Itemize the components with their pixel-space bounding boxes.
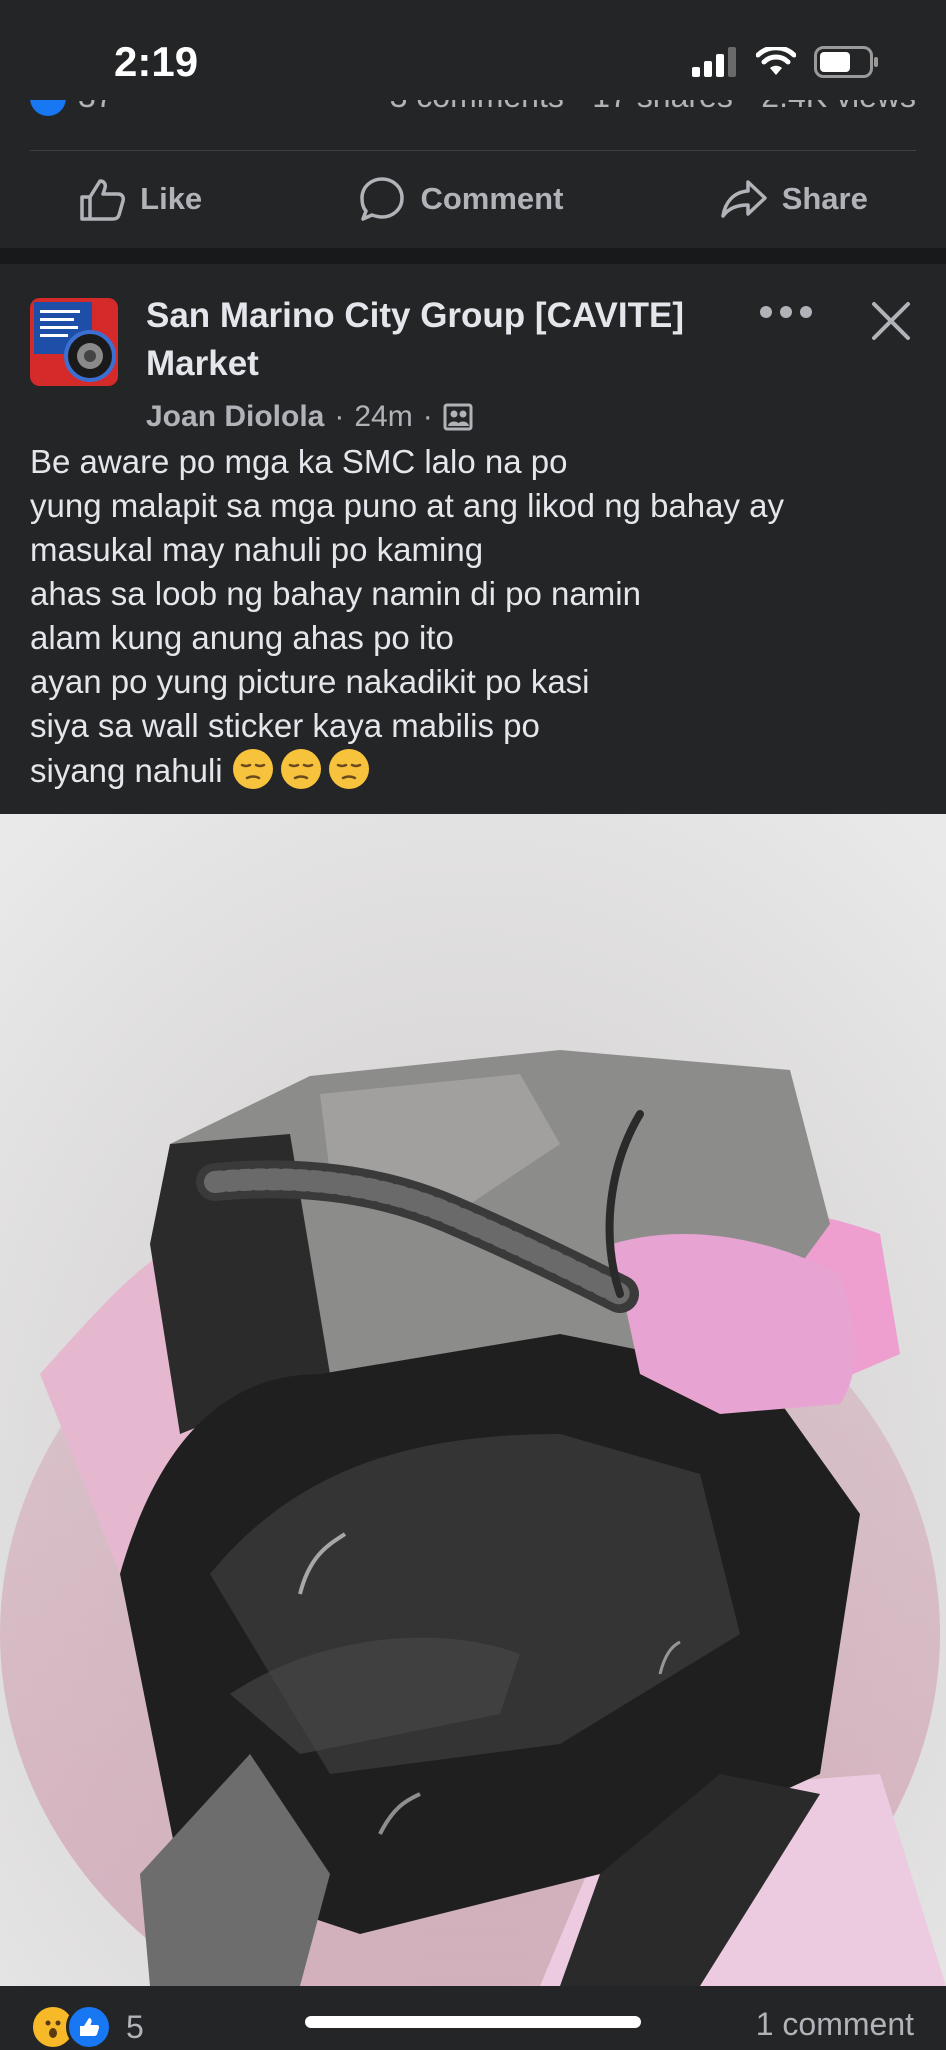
group-avatar[interactable] bbox=[30, 298, 118, 386]
post-time[interactable]: 24m bbox=[354, 400, 412, 434]
post-body-line: ayan po yung picture nakadikit po kasi bbox=[30, 663, 590, 700]
comment-count[interactable]: 1 comment bbox=[756, 2006, 914, 2043]
post-action-bar: Like Comment Share bbox=[0, 160, 946, 238]
wifi-icon bbox=[756, 47, 796, 75]
home-indicator[interactable] bbox=[305, 2016, 641, 2028]
share-arrow-icon bbox=[720, 180, 767, 218]
reaction-count: 5 bbox=[126, 2008, 144, 2045]
share-label: Share bbox=[781, 181, 868, 216]
meta-separator: · bbox=[334, 400, 345, 433]
post-body-line: yung malapit sa mga puno at ang likod ng… bbox=[30, 487, 785, 524]
group-avatar-image bbox=[30, 298, 118, 386]
group-members-icon bbox=[443, 403, 473, 431]
signal-icon bbox=[692, 47, 736, 77]
post-body: Be aware po mga ka SMC lalo na po yung m… bbox=[30, 440, 920, 793]
post-photo[interactable] bbox=[0, 814, 946, 1986]
author-name[interactable]: Joan Diolola bbox=[146, 400, 324, 434]
post-body-line: Be aware po mga ka SMC lalo na po bbox=[30, 443, 568, 480]
comment-button[interactable]: Comment bbox=[358, 175, 563, 223]
close-icon[interactable] bbox=[870, 300, 912, 342]
divider bbox=[30, 150, 916, 151]
like-button[interactable]: Like bbox=[78, 177, 202, 221]
like-label: Like bbox=[140, 181, 203, 216]
post-body-line: ahas sa loob ng bahay namin di po namin bbox=[30, 575, 641, 612]
post-body-last-line: siyang nahuli bbox=[30, 748, 920, 793]
pensive-face-emoji-icon bbox=[232, 749, 273, 789]
group-name[interactable]: San Marino City Group [CAVITE] Market bbox=[146, 292, 706, 388]
thumbs-up-icon bbox=[80, 179, 126, 221]
comment-bubble-icon bbox=[360, 177, 405, 221]
like-reaction-icon bbox=[66, 2004, 112, 2050]
post-body-line: alam kung anung ahas po ito bbox=[30, 619, 454, 656]
comment-label: Comment bbox=[420, 181, 564, 216]
pensive-face-emoji-icon bbox=[328, 749, 369, 789]
post-body-line: siyang nahuli bbox=[30, 752, 223, 789]
post-meta: Joan Diolola · 24m · bbox=[146, 400, 473, 434]
status-icons bbox=[692, 46, 880, 78]
reaction-summary[interactable]: 5 bbox=[30, 2004, 144, 2050]
status-time: 2:19 bbox=[114, 38, 199, 85]
pensive-face-emoji-icon bbox=[280, 749, 321, 789]
battery-icon bbox=[814, 46, 878, 78]
snake-in-bucket-photo bbox=[0, 814, 946, 1986]
post-body-line: masukal may nahuli po kaming bbox=[30, 531, 484, 568]
post-body-line: siya sa wall sticker kaya mabilis po bbox=[30, 707, 540, 744]
status-bar: 2:19 bbox=[0, 0, 946, 100]
more-options-icon[interactable] bbox=[758, 304, 814, 320]
meta-separator: · bbox=[422, 400, 433, 433]
share-button[interactable]: Share bbox=[720, 178, 868, 220]
feed-separator bbox=[0, 248, 946, 264]
